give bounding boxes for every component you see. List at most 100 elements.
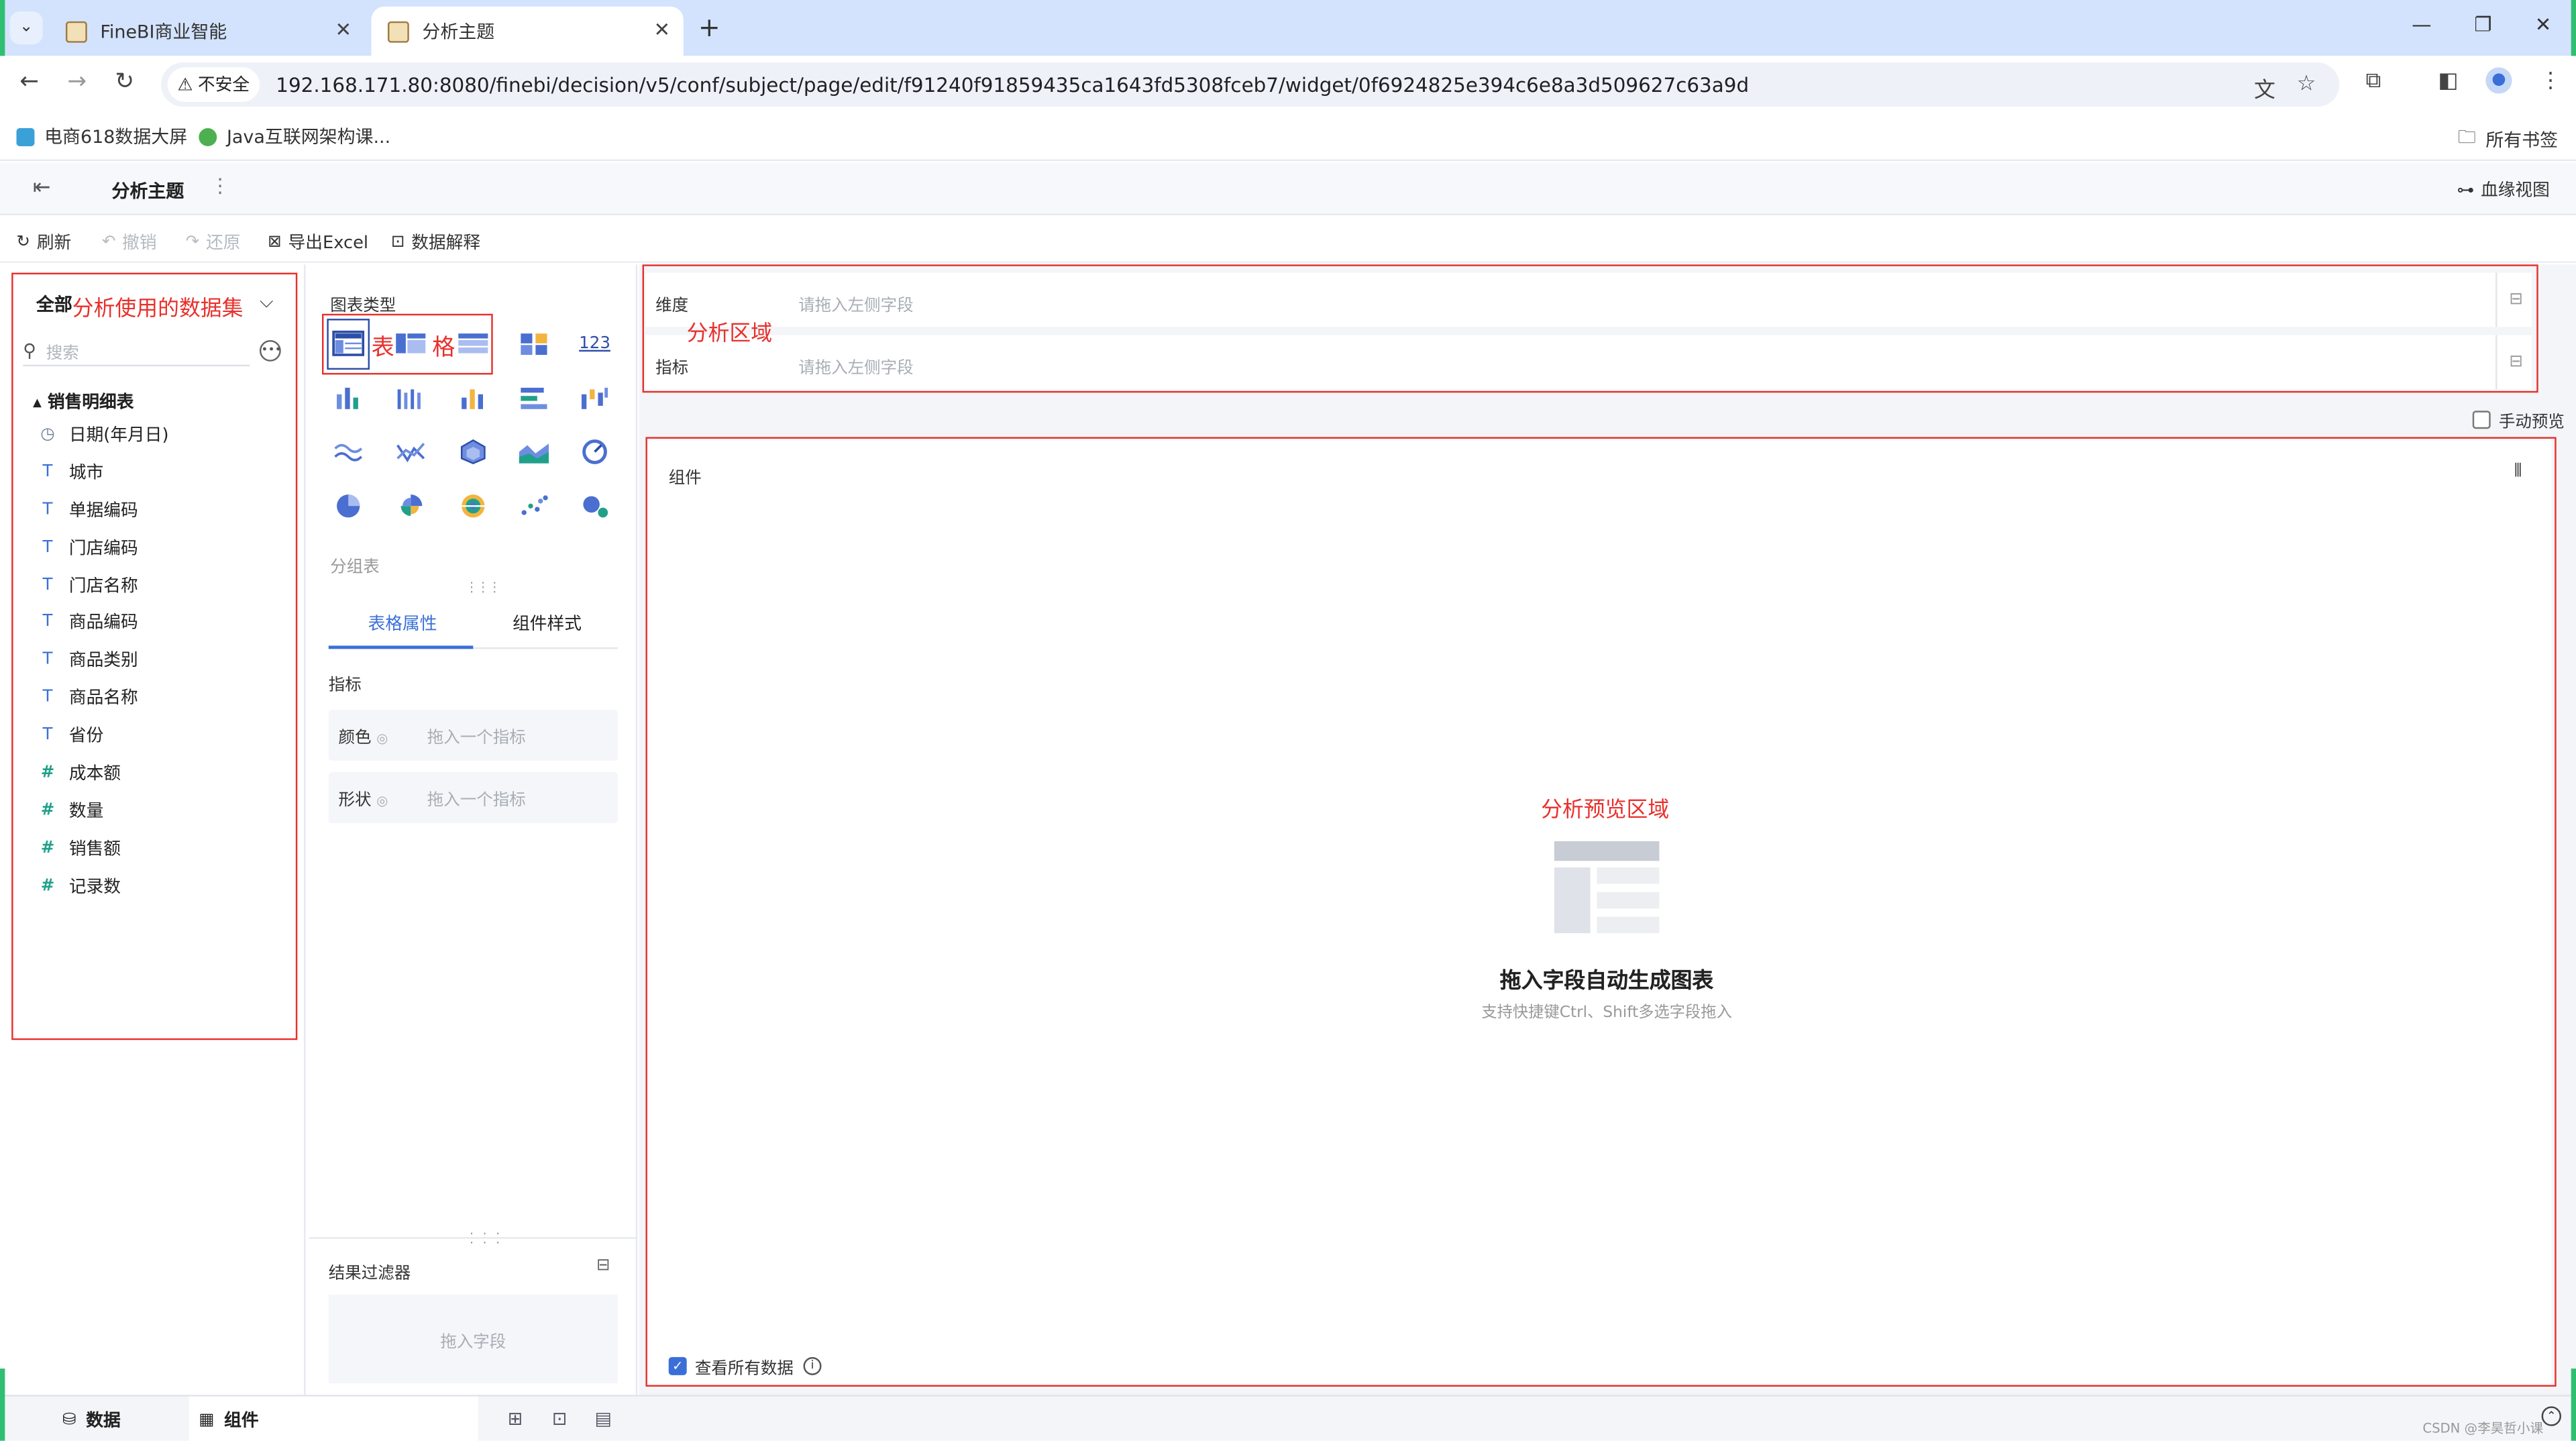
- gauge-chart-icon[interactable]: [575, 435, 614, 468]
- favicon-icon: [387, 20, 409, 42]
- dashboard-chart-icon[interactable]: [515, 327, 554, 360]
- tab-table-properties[interactable]: 表格属性: [368, 611, 437, 636]
- edge-marker: [2571, 1369, 2576, 1441]
- selected-chart-highlight: [327, 319, 370, 370]
- radar-chart-icon[interactable]: [453, 435, 493, 468]
- divider: [309, 1237, 638, 1239]
- polyline-chart-icon[interactable]: [391, 435, 431, 468]
- property-tabs: 表格属性 组件样式: [328, 595, 618, 649]
- more-icon[interactable]: ⋮: [210, 174, 229, 197]
- tab-search-dropdown[interactable]: ⌄: [9, 11, 43, 45]
- settings-icon: ◎: [376, 793, 388, 808]
- column-chart-icon[interactable]: [453, 381, 493, 414]
- tab-analysis-subject[interactable]: 分析主题 ✕: [371, 6, 684, 56]
- multi-pie-chart-icon[interactable]: [453, 490, 493, 523]
- filter-settings-icon[interactable]: ⊟: [596, 1257, 610, 1275]
- annotation-box-preview-area: [645, 437, 2557, 1387]
- browser-address-row: ← → ↻ ⚠ 不安全 192.168.171.80:8080/finebi/d…: [0, 56, 2576, 112]
- settings-icon: ◎: [376, 731, 388, 746]
- bookmark-icon: [199, 127, 217, 146]
- minimize-icon[interactable]: —: [2412, 13, 2431, 36]
- kpi-number-chart-icon[interactable]: 123: [575, 327, 614, 360]
- tab-component[interactable]: ▦ 组件: [189, 1396, 478, 1441]
- result-filter-label: 结果过滤器: [328, 1265, 411, 1283]
- extensions-icon[interactable]: ⧉: [2366, 69, 2381, 94]
- profile-avatar[interactable]: ●: [2485, 67, 2512, 94]
- add-dashboard-icon[interactable]: ⊡: [552, 1408, 568, 1430]
- app-header: ⇤ 分析主题 ⋮ ⊶ 血缘视图: [0, 162, 2576, 215]
- bookmarks-bar: 电商618数据大屏 Java互联网架构课... 🗀 所有书签: [0, 111, 2576, 162]
- export-excel-button[interactable]: ⊠ 导出Excel: [268, 230, 368, 255]
- undo-button[interactable]: ↶ 撤销: [102, 230, 157, 255]
- toolbar: ↻ 刷新 ↶ 撤销 ↷ 还原 ⊠ 导出Excel ⊡ 数据解释: [0, 217, 2576, 263]
- tab-component-style[interactable]: 组件样式: [513, 611, 582, 636]
- scatter-chart-icon[interactable]: [515, 490, 554, 523]
- add-component-icon[interactable]: ⊞: [508, 1408, 523, 1430]
- watermark-credit: CSDN @李昊哲小课: [2422, 1421, 2544, 1436]
- rose-chart-icon[interactable]: [391, 490, 431, 523]
- checkbox[interactable]: [2472, 411, 2491, 429]
- data-explain-button[interactable]: ⊡ 数据解释: [391, 230, 480, 255]
- close-icon[interactable]: ✕: [654, 18, 671, 41]
- lineage-icon: ⊶: [2457, 180, 2475, 201]
- edge-marker: [0, 0, 5, 56]
- bookmark-item[interactable]: Java互联网架构课...: [199, 123, 390, 150]
- favicon-icon: [65, 20, 87, 42]
- folder-icon: 🗀: [2457, 126, 2476, 148]
- annotation-box-dataset: [11, 272, 298, 1040]
- line-chart-icon[interactable]: [329, 435, 368, 468]
- color-slot[interactable]: 颜色 ◎ 拖入一个指标: [328, 709, 618, 761]
- edge-marker: [2571, 0, 2576, 56]
- selected-chart-name: 分组表: [330, 558, 380, 577]
- waterfall-chart-icon[interactable]: [575, 381, 614, 414]
- bubble-chart-icon[interactable]: [575, 490, 614, 523]
- star-icon[interactable]: ☆: [2297, 72, 2316, 97]
- manual-preview-toggle[interactable]: 手动预览: [2472, 407, 2565, 432]
- tab-finebi[interactable]: FineBI商业智能 ✕: [49, 7, 364, 56]
- metric-section-label: 指标: [328, 676, 362, 695]
- pie-chart-icon[interactable]: [329, 490, 368, 523]
- window-close-icon[interactable]: ✕: [2535, 13, 2552, 36]
- tab-data[interactable]: ⛁ 数据: [0, 1397, 189, 1441]
- multi-column-chart-icon[interactable]: [391, 381, 431, 414]
- stacked-column-chart-icon[interactable]: [329, 381, 368, 414]
- active-tab-indicator: [328, 645, 474, 649]
- drag-handle-icon[interactable]: ⋮⋮⋮: [465, 580, 501, 594]
- address-bar[interactable]: ⚠ 不安全 192.168.171.80:8080/finebi/decisio…: [161, 62, 2340, 107]
- back-arrow-icon[interactable]: ←: [19, 69, 39, 95]
- area-chart-icon[interactable]: [515, 435, 554, 468]
- chart-icon: ▦: [199, 1410, 215, 1429]
- url-text: 192.168.171.80:8080/finebi/decision/v5/c…: [276, 72, 1750, 97]
- all-bookmarks[interactable]: 🗀 所有书签: [2458, 123, 2558, 155]
- restore-icon[interactable]: ❐: [2474, 13, 2491, 36]
- database-icon: ⛁: [62, 1410, 76, 1429]
- security-indicator[interactable]: ⚠ 不安全: [167, 67, 260, 102]
- exit-icon[interactable]: ⇤: [33, 176, 51, 201]
- redo-button[interactable]: ↷ 还原: [186, 230, 241, 255]
- excel-icon: ⊠: [268, 233, 282, 252]
- browser-tab-bar: ⌄ FineBI商业智能 ✕ 分析主题 ✕ + — ❐ ✕: [0, 0, 2576, 56]
- refresh-button[interactable]: ↻ 刷新: [16, 230, 71, 255]
- chart-config-panel: 图表类型 123 分组表 ⋮⋮⋮ 表格属性 组件样式 指标 颜色 ◎ 拖入一个指…: [309, 264, 638, 1399]
- translate-icon[interactable]: 文: [2254, 72, 2275, 104]
- collapse-icon[interactable]: ⌃: [2541, 1406, 2561, 1426]
- bookmark-item[interactable]: 电商618数据大屏: [16, 123, 187, 150]
- annotation-box-analysis-area: [642, 264, 2538, 393]
- side-panel-icon[interactable]: ◧: [2438, 69, 2458, 94]
- close-icon[interactable]: ✕: [335, 18, 352, 41]
- chart-type-label: 图表类型: [330, 297, 396, 316]
- warning-icon: ⚠: [177, 74, 193, 95]
- bar-chart-icon[interactable]: [515, 381, 554, 414]
- forward-arrow-icon[interactable]: →: [67, 69, 87, 95]
- lineage-view-button[interactable]: ⊶ 血缘视图: [2457, 177, 2549, 202]
- new-tab-button[interactable]: +: [698, 11, 720, 43]
- add-report-icon[interactable]: ▤: [595, 1408, 612, 1430]
- page-title: 分析主题: [111, 180, 184, 203]
- bottom-tab-bar: ⛁ 数据 ▦ 组件 ⊞ ⊡ ▤ CSDN @李昊哲小课 ⌃: [0, 1395, 2576, 1441]
- shape-slot[interactable]: 形状 ◎ 拖入一个指标: [328, 772, 618, 823]
- explain-icon: ⊡: [390, 233, 405, 252]
- filter-drop-zone[interactable]: 拖入字段: [328, 1294, 618, 1384]
- bookmark-icon: [16, 127, 35, 146]
- reload-icon[interactable]: ↻: [115, 69, 134, 95]
- menu-kebab-icon[interactable]: ⋮: [2540, 69, 2561, 94]
